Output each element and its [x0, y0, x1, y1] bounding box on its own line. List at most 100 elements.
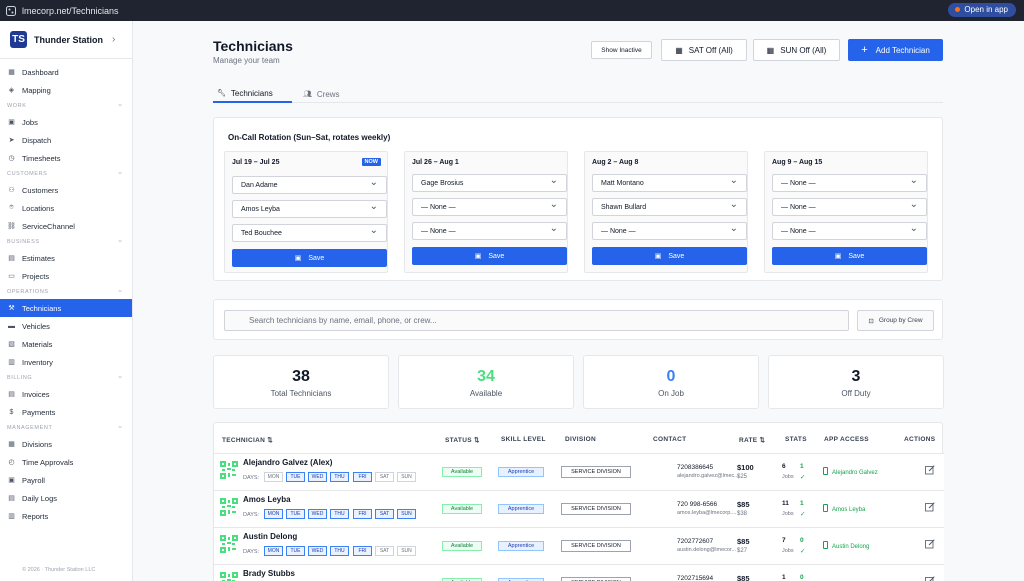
sidebar-item-daily-logs[interactable]: ▤ Daily Logs [0, 489, 132, 507]
day-toggle-sat[interactable]: SAT [375, 509, 394, 519]
on-call-select[interactable]: Amos Leyba [232, 198, 387, 218]
on-call-select[interactable]: Dan Adame [232, 174, 387, 194]
day-toggle-sun[interactable]: SUN [397, 509, 416, 519]
day-toggle-tue[interactable]: TUE [286, 509, 305, 519]
on-call-select[interactable]: — None — [592, 220, 747, 240]
table-row[interactable]: Alejandro Galvez (Alex) DAYS: MON TUE WED THU… [214, 453, 944, 490]
technician-name[interactable]: Amos Leyba [243, 495, 291, 504]
qr-code-icon[interactable] [220, 572, 238, 581]
on-call-select[interactable]: Matt Montano [592, 172, 747, 192]
add-technician-button[interactable]: + Add Technician [848, 39, 943, 61]
nav-section-work[interactable]: WORK [0, 97, 132, 113]
app-access-link[interactable]: Austin Delong [823, 541, 869, 550]
on-call-select[interactable]: — None — [772, 196, 927, 216]
qr-code-icon[interactable] [220, 498, 238, 516]
group-by-crew-button[interactable]: ⊡ Group by Crew [857, 310, 934, 331]
day-toggle-tue[interactable]: TUE [286, 546, 305, 556]
edit-icon[interactable] [925, 539, 935, 549]
nav-section-billing[interactable]: BILLING [0, 369, 132, 385]
day-toggle-mon[interactable]: MON [264, 472, 283, 482]
day-toggle-sun[interactable]: SUN [397, 472, 416, 482]
sidebar-item-materials[interactable]: ▧ Materials [0, 335, 132, 353]
on-call-select[interactable]: Ted Bouchee [232, 222, 387, 242]
sidebar-item-payments[interactable]: $ Payments [0, 403, 132, 421]
day-toggle-sun[interactable]: SUN [397, 546, 416, 556]
contact-email[interactable]: amos.leyba@lmecorp.... [677, 510, 736, 516]
sidebar-item-timesheets[interactable]: ◷ Timesheets [0, 149, 132, 167]
edit-icon[interactable] [925, 465, 935, 475]
edit-icon[interactable] [925, 502, 935, 512]
contact-email[interactable]: austin.delong@lmecor... [677, 547, 736, 553]
day-toggle-thu[interactable]: THU [330, 472, 349, 482]
sun-off-button[interactable]: ▦ SUN Off (All) [753, 39, 840, 61]
on-call-select[interactable]: — None — [412, 196, 567, 216]
on-call-select[interactable]: Gage Brosius [412, 172, 567, 192]
sidebar-item-projects[interactable]: ▭ Projects [0, 267, 132, 285]
day-toggle-wed[interactable]: WED [308, 546, 327, 556]
day-toggle-mon[interactable]: MON [264, 509, 283, 519]
on-call-select[interactable]: Shawn Bullard [592, 196, 747, 216]
technician-name[interactable]: Austin Delong [243, 532, 297, 541]
sidebar-item-technicians[interactable]: ⚒︎ Technicians [0, 299, 132, 317]
brand[interactable]: TS Thunder Station › [0, 21, 132, 59]
save-rotation-button[interactable]: ▣ Save [772, 247, 927, 265]
sidebar-item-servicechannel[interactable]: ⛓︎ ServiceChannel [0, 217, 132, 235]
search-input[interactable]: Search technicians by name, email, phone… [224, 310, 849, 331]
day-toggle-wed[interactable]: WED [308, 509, 327, 519]
sidebar-item-jobs[interactable]: ▣ Jobs [0, 113, 132, 131]
sidebar-item-time-approvals[interactable]: ◴ Time Approvals [0, 453, 132, 471]
tab-technicians[interactable]: 🔧︎ Technicians [213, 85, 292, 103]
sidebar-item-locations[interactable]: ⌾ Locations [0, 199, 132, 217]
nav-section-customers[interactable]: CUSTOMERS [0, 165, 132, 181]
day-toggle-thu[interactable]: THU [330, 546, 349, 556]
table-row[interactable]: Amos Leyba DAYS: MON TUE WED THU FRI SAT SUN Avai… [214, 490, 944, 527]
col-rate[interactable]: RATE ⇅ [739, 436, 765, 444]
contact-phone[interactable]: 720 998-6566 [677, 501, 717, 508]
on-call-select[interactable]: — None — [772, 220, 927, 240]
chevron-right-icon[interactable]: › [112, 34, 115, 45]
open-in-app-button[interactable]: Open in app [948, 3, 1016, 17]
save-rotation-button[interactable]: ▣ Save [412, 247, 567, 265]
day-toggle-mon[interactable]: MON [264, 546, 283, 556]
sidebar-item-dashboard[interactable]: ▦ Dashboard [0, 63, 132, 81]
technician-name[interactable]: Alejandro Galvez (Alex) [243, 458, 332, 467]
tab-crews[interactable]: 👥︎ Crews [303, 85, 353, 103]
sat-off-button[interactable]: ▦ SAT Off (All) [661, 39, 747, 61]
day-toggle-fri[interactable]: FRI [353, 472, 372, 482]
sidebar-item-divisions[interactable]: ▦ Divisions [0, 435, 132, 453]
contact-phone[interactable]: 7208386645 [677, 464, 713, 471]
table-row[interactable]: Brady StubbsDAYS:MONTUEWEDTHUFRISATSUNAv… [214, 564, 944, 581]
qr-code-icon[interactable] [220, 461, 238, 479]
contact-phone[interactable]: 7202715694 [677, 575, 713, 581]
sidebar-item-vehicles[interactable]: ▬ Vehicles [0, 317, 132, 335]
sidebar-item-reports[interactable]: ▥ Reports [0, 507, 132, 525]
sidebar-item-payroll[interactable]: ▣ Payroll [0, 471, 132, 489]
on-call-select[interactable]: — None — [772, 172, 927, 192]
sidebar-item-invoices[interactable]: ▤ Invoices [0, 385, 132, 403]
contact-email[interactable]: alejandro.galvez@lmec... [677, 473, 739, 479]
col-status[interactable]: STATUS ⇅ [445, 436, 480, 444]
sidebar-item-mapping[interactable]: ◈ Mapping [0, 81, 132, 99]
day-toggle-fri[interactable]: FRI [353, 546, 372, 556]
show-inactive-button[interactable]: Show Inactive [591, 41, 652, 59]
browser-url[interactable]: lmecorp.net/Technicians [22, 6, 119, 16]
day-toggle-sat[interactable]: SAT [375, 472, 394, 482]
day-toggle-wed[interactable]: WED [308, 472, 327, 482]
day-toggle-tue[interactable]: TUE [286, 472, 305, 482]
sidebar-item-estimates[interactable]: ▤ Estimates [0, 249, 132, 267]
on-call-select[interactable]: — None — [412, 220, 567, 240]
contact-phone[interactable]: 7202772607 [677, 538, 713, 545]
app-access-link[interactable]: Alejandro Galvez [823, 467, 878, 476]
save-rotation-button[interactable]: ▣ Save [232, 249, 387, 267]
save-rotation-button[interactable]: ▣ Save [592, 247, 747, 265]
nav-section-business[interactable]: BUSINESS [0, 233, 132, 249]
col-technician[interactable]: TECHNICIAN ⇅ [222, 436, 273, 444]
day-toggle-thu[interactable]: THU [330, 509, 349, 519]
nav-section-management[interactable]: MANAGEMENT [0, 419, 132, 435]
sidebar-item-customers[interactable]: ⚇ Customers [0, 181, 132, 199]
edit-icon[interactable] [925, 576, 935, 581]
sidebar-item-dispatch[interactable]: ➤ Dispatch [0, 131, 132, 149]
table-row[interactable]: Austin Delong DAYS: MON TUE WED THU FRI SAT SUN A… [214, 527, 944, 564]
technician-name[interactable]: Brady Stubbs [243, 569, 295, 578]
app-access-link[interactable]: Amos Leyba [823, 504, 865, 513]
